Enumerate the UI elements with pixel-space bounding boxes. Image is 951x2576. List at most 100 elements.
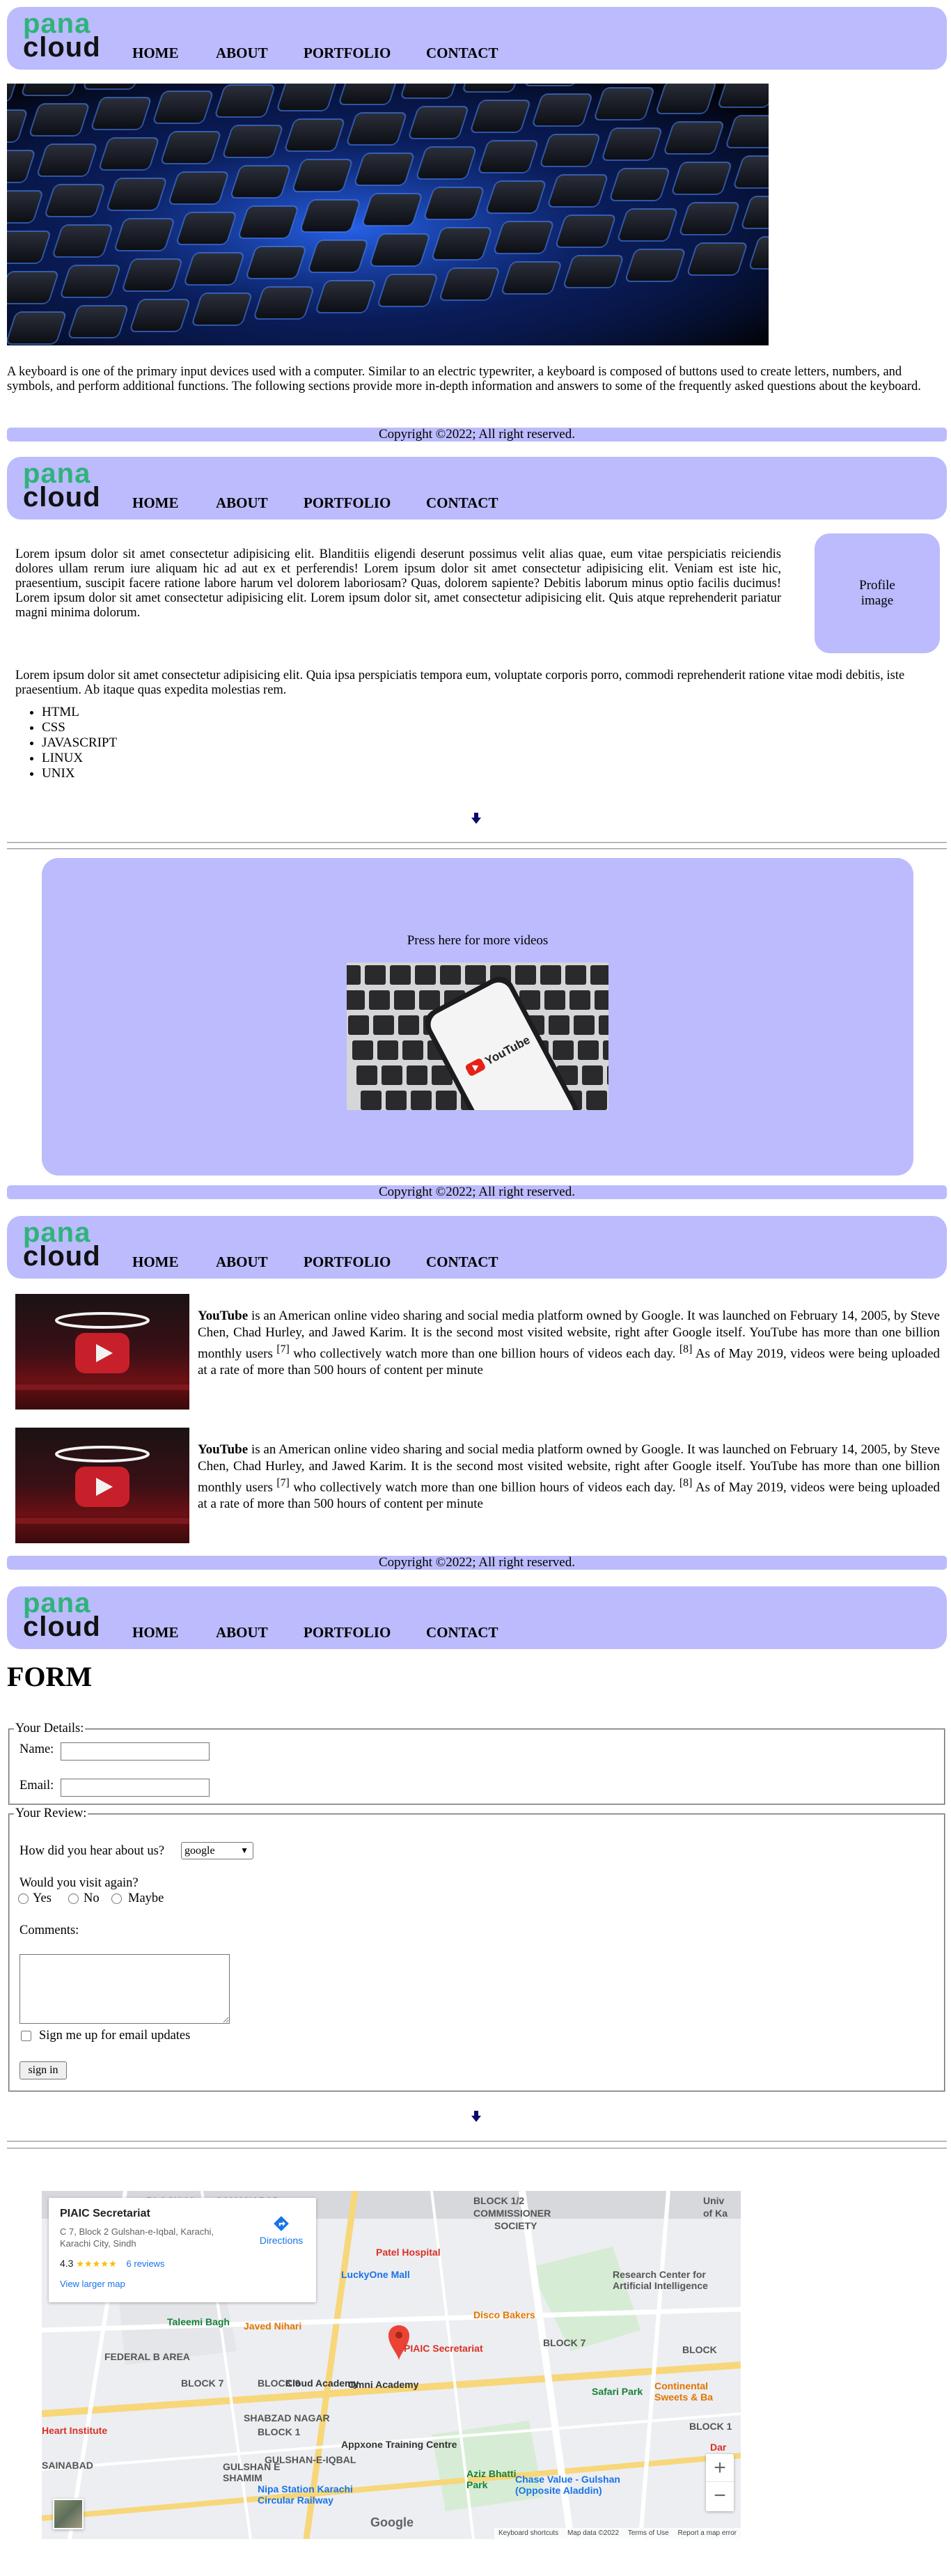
zoom-in-button[interactable]: + [706, 2454, 734, 2482]
email-input[interactable] [61, 1779, 210, 1797]
map-label: COMMISSIONER [473, 2208, 551, 2219]
keyboard-key [184, 252, 244, 286]
panacloud-logo[interactable]: pana cloud [23, 1219, 117, 1272]
youtube-play-graphic [15, 1312, 189, 1390]
video-box[interactable]: Press here for more videos YouTube [42, 858, 913, 1176]
down-arrow-icon[interactable] [471, 2111, 481, 2122]
map-label: SOCIETY [494, 2220, 537, 2231]
list-item: JAVASCRIPT [42, 735, 117, 751]
nav-contact-link[interactable]: CONTACT [426, 1624, 498, 1641]
map-label: BLOCK [682, 2344, 717, 2355]
zoom-out-button[interactable]: − [706, 2482, 734, 2510]
map-label: Univ [703, 2195, 725, 2206]
map-layer-thumbnail[interactable] [53, 2499, 84, 2529]
keyboard-key [432, 227, 492, 260]
video-link-label[interactable]: Press here for more videos [42, 933, 913, 949]
nav-portfolio-link[interactable]: PORTFOLIO [304, 494, 391, 512]
keyboard-key [254, 286, 313, 320]
nav-portfolio-link[interactable]: PORTFOLIO [304, 1254, 391, 1271]
ref-7-link[interactable]: [7] [276, 1343, 289, 1355]
nav-about-link[interactable]: ABOUT [216, 45, 268, 62]
nav-about-link[interactable]: ABOUT [216, 1254, 268, 1271]
nav-home-link[interactable]: HOME [132, 1624, 179, 1641]
nav-portfolio-link[interactable]: PORTFOLIO [304, 45, 391, 62]
youtube-bold: YouTube [198, 1442, 249, 1457]
nav-contact-link[interactable]: CONTACT [426, 1254, 498, 1271]
laptop-key [348, 1015, 369, 1035]
nav-home-link[interactable]: HOME [132, 45, 179, 62]
map-label: PIAIC Secretariat [404, 2343, 483, 2354]
comments-textarea[interactable] [19, 1954, 230, 2024]
report-error-link[interactable]: Report a map error [678, 2529, 737, 2537]
youtube-phone-image[interactable]: YouTube [347, 962, 608, 1110]
radio-yes[interactable] [18, 1894, 29, 1904]
youtube-thumbnail[interactable] [15, 1294, 189, 1410]
youtube-description: YouTube is an American online video shar… [198, 1442, 940, 1513]
directions-button[interactable]: Directions [253, 2215, 309, 2246]
keyboard-key [68, 305, 128, 338]
youtube-thumbnail[interactable] [15, 1428, 189, 1543]
map-label: Dar [710, 2442, 727, 2453]
laptop-key [386, 1091, 407, 1110]
laptop-key [578, 1040, 599, 1060]
laptop-key [603, 1040, 608, 1060]
keyboard-key [192, 292, 252, 326]
map-label: Appxone Training Centre [341, 2439, 457, 2450]
nav-about-link[interactable]: ABOUT [216, 494, 268, 512]
map-label: SAINABAD [42, 2460, 93, 2471]
nav-home-link[interactable]: HOME [132, 1254, 179, 1271]
keyboard-key [679, 202, 739, 235]
terms-link[interactable]: Terms of Use [628, 2529, 669, 2537]
ref-8-link[interactable]: [8] [679, 1343, 692, 1355]
keyboard-key [595, 87, 654, 120]
radio-no[interactable] [68, 1894, 79, 1904]
sign-in-button[interactable]: sign in [19, 2061, 67, 2079]
laptop-key [369, 990, 390, 1010]
radio-yes-label: Yes [33, 1891, 52, 1905]
laptop-key [390, 965, 411, 985]
keyboard-key [424, 187, 484, 220]
hear-select[interactable]: google ▼ [181, 1842, 253, 1859]
keyboard-key [300, 199, 360, 233]
laptop-key [373, 1015, 394, 1035]
laptop-key [347, 990, 365, 1010]
map-label: Taleemi Bagh [167, 2316, 230, 2327]
reviews-link[interactable]: 6 reviews [127, 2258, 165, 2269]
view-larger-map-link[interactable]: View larger map [60, 2279, 125, 2289]
laptop-key [465, 965, 486, 985]
keyboard-key [672, 162, 732, 195]
ref-7-link[interactable]: [7] [276, 1477, 289, 1489]
panacloud-logo[interactable]: pana cloud [23, 1589, 117, 1642]
keyboard-key [246, 246, 306, 279]
nav-home-link[interactable]: HOME [132, 494, 179, 512]
down-arrow-icon[interactable] [471, 813, 481, 824]
keyboard-key [99, 137, 159, 171]
laptop-key [347, 965, 361, 985]
laptop-key [352, 1040, 373, 1060]
keyboard-key [563, 255, 623, 288]
map-label: GULSHAN E [223, 2461, 281, 2472]
name-input[interactable] [61, 1742, 210, 1761]
nav-contact-link[interactable]: CONTACT [426, 45, 498, 62]
panacloud-logo[interactable]: pana cloud [23, 460, 117, 513]
keyboard-key [37, 143, 97, 177]
map-label: Safari Park [592, 2386, 643, 2397]
keyboard-key [239, 205, 298, 239]
radio-maybe[interactable] [111, 1894, 122, 1904]
embedded-map[interactable]: BLOCK 12SAMANABADBLOCK 1/2COMMISSIONERSO… [42, 2191, 741, 2539]
nav-portfolio-link[interactable]: PORTFOLIO [304, 1624, 391, 1641]
signup-checkbox[interactable] [21, 2031, 31, 2041]
map-label: Continental [654, 2380, 708, 2391]
divider [7, 2148, 947, 2149]
keyboard-key [230, 165, 290, 198]
panacloud-logo[interactable]: pana cloud [23, 10, 117, 63]
laptop-key [599, 1015, 608, 1035]
nav-contact-link[interactable]: CONTACT [426, 494, 498, 512]
nav-about-link[interactable]: ABOUT [216, 1624, 268, 1641]
directions-icon [274, 2216, 289, 2231]
ref-8-link[interactable]: [8] [679, 1477, 692, 1489]
map-label: Patel Hospital [376, 2247, 441, 2258]
keyboard-key [362, 193, 422, 226]
keyboard-graphic [7, 84, 769, 345]
keyboard-shortcuts-link[interactable]: Keyboard shortcuts [498, 2529, 558, 2537]
